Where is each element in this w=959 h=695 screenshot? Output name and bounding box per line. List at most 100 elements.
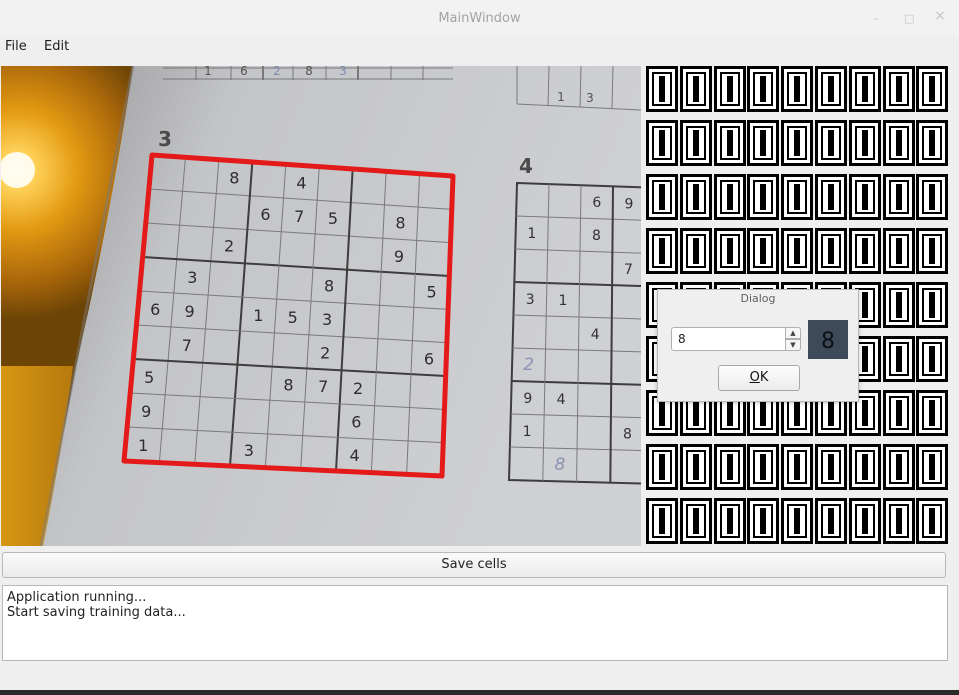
zero-glyph-cell-icon	[726, 508, 733, 534]
zero-glyph-cell-icon	[929, 76, 936, 102]
zero-glyph-cell-icon	[929, 292, 936, 318]
zero-glyph-cell-icon	[760, 130, 767, 156]
extracted-cell	[747, 498, 780, 544]
zero-glyph-cell-icon	[794, 454, 801, 480]
taskbar-strip	[0, 690, 959, 695]
camera-frame: 1 6 2 8 3 1 3 3 4 8 4 6 7 5 8 2 9 3 8 5 6 9 1 5 3 7 2 6 5 8 7…	[1, 66, 641, 546]
second-grid-digit: 6	[592, 195, 601, 211]
extracted-cell	[781, 444, 814, 490]
zero-glyph-cell-icon	[659, 400, 665, 426]
extracted-cell	[646, 174, 678, 220]
zero-glyph-cell-icon	[659, 508, 665, 534]
extracted-cell	[646, 498, 678, 544]
extracted-cell	[916, 390, 949, 436]
extracted-cell	[848, 444, 881, 490]
zero-glyph-cell-icon	[861, 400, 868, 426]
second-grid-digit: 1	[558, 293, 567, 309]
grid-digit: 3	[322, 310, 332, 329]
grid-digit: 2	[320, 344, 330, 363]
zero-glyph-cell-icon	[895, 238, 902, 264]
extracted-cell	[679, 444, 712, 490]
cell-preview-digit: 8	[821, 329, 835, 354]
save-cells-button[interactable]: Save cells	[2, 552, 946, 578]
zero-glyph-cell-icon	[726, 400, 733, 426]
grid-digit: 9	[394, 247, 404, 266]
digit-spinbox-value[interactable]: 8	[678, 332, 686, 346]
second-grid-digit: 2	[523, 355, 534, 375]
extracted-cell	[781, 228, 814, 274]
zero-glyph-cell-icon	[726, 184, 733, 210]
zero-glyph-cell-icon	[929, 346, 936, 372]
zero-glyph-cell-icon	[692, 238, 699, 264]
extracted-cell	[815, 66, 847, 112]
grid-digit: 8	[283, 375, 293, 394]
extracted-cell	[713, 228, 746, 274]
extracted-cell	[848, 120, 881, 166]
puzzle-number-4: 4	[519, 154, 533, 178]
zero-glyph-cell-icon	[861, 346, 868, 372]
ok-mnemonic: O	[749, 370, 760, 385]
log-line: Start saving training data...	[7, 605, 186, 620]
extracted-cell	[713, 120, 746, 166]
grid-digit: 7	[318, 377, 328, 396]
grid-digit: 7	[182, 336, 192, 355]
extracted-cell	[781, 66, 814, 112]
grid-digit: 5	[144, 368, 154, 387]
grid-digit: 4	[349, 446, 359, 465]
extracted-cell	[848, 66, 881, 112]
zero-glyph-cell-icon	[659, 454, 665, 480]
extracted-cell	[679, 66, 712, 112]
extracted-cell	[781, 174, 814, 220]
zero-glyph-cell-icon	[929, 130, 936, 156]
second-grid-digit: 3	[526, 292, 535, 308]
zero-glyph-cell-icon	[929, 454, 936, 480]
maximize-button[interactable]: □	[904, 13, 914, 24]
zero-glyph-cell-icon	[760, 508, 767, 534]
grid-digit: 2	[353, 379, 363, 398]
zero-glyph-cell-icon	[828, 76, 834, 102]
extracted-cell	[882, 498, 915, 544]
extracted-cell	[646, 120, 678, 166]
zero-glyph-cell-icon	[828, 508, 834, 534]
close-button[interactable]: ×	[934, 9, 946, 23]
grid-digit: 8	[395, 214, 405, 233]
grid-digit: 3	[187, 268, 197, 287]
grid-digit: 6	[150, 300, 160, 319]
minimize-button[interactable]: –	[873, 13, 879, 24]
grid-digit: 5	[328, 209, 338, 228]
dialog-title: Dialog	[740, 292, 776, 305]
extracted-cell	[679, 120, 712, 166]
digit-spinbox[interactable]: 8 ▲ ▼	[671, 327, 801, 351]
spin-up-arrow-icon[interactable]: ▲	[785, 327, 801, 339]
zero-glyph-cell-icon	[828, 454, 834, 480]
zero-glyph-cell-icon	[794, 508, 801, 534]
zero-glyph-cell-icon	[692, 454, 699, 480]
extracted-cell	[713, 66, 746, 112]
zero-glyph-cell-icon	[760, 238, 767, 264]
zero-glyph-cell-icon	[861, 508, 868, 534]
partial-digit: 1	[557, 90, 565, 104]
grid-digit: 6	[260, 205, 270, 224]
extracted-cell	[679, 498, 712, 544]
second-grid-digit: 7	[624, 262, 633, 278]
cell-preview-image: 8	[808, 320, 848, 359]
extracted-cell	[848, 174, 881, 220]
extracted-cell	[916, 336, 949, 382]
partial-digit: 2	[273, 66, 281, 78]
zero-glyph-cell-icon	[895, 454, 902, 480]
spin-down-arrow-icon[interactable]: ▼	[785, 339, 801, 351]
extracted-cell	[916, 498, 949, 544]
zero-glyph-cell-icon	[726, 130, 733, 156]
zero-glyph-cell-icon	[659, 238, 665, 264]
menu-file[interactable]: File	[5, 39, 27, 54]
zero-glyph-cell-icon	[828, 130, 834, 156]
grid-digit: 1	[138, 436, 148, 455]
log-output[interactable]: Application running... Start saving trai…	[2, 585, 948, 661]
extracted-cell	[916, 66, 949, 112]
zero-glyph-cell-icon	[692, 400, 699, 426]
ok-button[interactable]: OK	[718, 365, 800, 391]
zero-glyph-cell-icon	[794, 184, 801, 210]
puzzle-number-3: 3	[158, 127, 172, 151]
menu-edit[interactable]: Edit	[44, 39, 69, 54]
extracted-cell	[713, 174, 746, 220]
